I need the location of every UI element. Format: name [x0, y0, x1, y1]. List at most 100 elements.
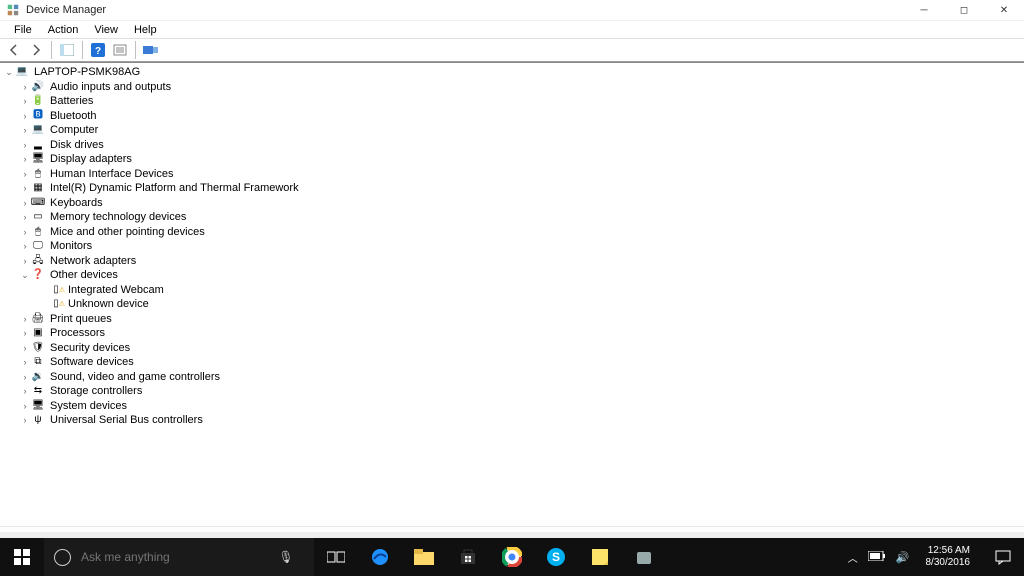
expand-chevron-icon[interactable]: ⌄: [4, 65, 14, 79]
tree-node-label[interactable]: Display adapters: [48, 152, 134, 166]
clock[interactable]: 12:56 AM 8/30/2016: [920, 545, 977, 569]
tree-node[interactable]: ›🖱Human Interface Devices: [2, 167, 1024, 182]
expand-chevron-icon[interactable]: ›: [20, 341, 30, 355]
show-hide-tree-button[interactable]: [57, 40, 77, 60]
expand-chevron-icon[interactable]: ›: [20, 384, 30, 398]
expand-chevron-icon[interactable]: ›: [20, 138, 30, 152]
tree-node-label[interactable]: Universal Serial Bus controllers: [48, 413, 205, 427]
expand-chevron-icon[interactable]: ›: [20, 239, 30, 253]
tree-node[interactable]: ›⧉Software devices: [2, 355, 1024, 370]
tree-node[interactable]: ▯Integrated Webcam: [2, 283, 1024, 298]
scan-hardware-button[interactable]: [141, 40, 161, 60]
tree-node-label[interactable]: Security devices: [48, 341, 132, 355]
expand-chevron-icon[interactable]: ›: [20, 167, 30, 181]
tree-node[interactable]: ›🔊Audio inputs and outputs: [2, 80, 1024, 95]
tree-node-label[interactable]: Integrated Webcam: [66, 283, 166, 297]
sticky-notes-icon[interactable]: [578, 538, 622, 576]
menu-action[interactable]: Action: [40, 22, 87, 38]
edge-icon[interactable]: [358, 538, 402, 576]
mic-icon[interactable]: 🎙: [271, 550, 301, 564]
tree-node-label[interactable]: Network adapters: [48, 254, 138, 268]
tree-node-label[interactable]: Mice and other pointing devices: [48, 225, 207, 239]
expand-chevron-icon[interactable]: ›: [20, 312, 30, 326]
tree-node[interactable]: ⌄💻LAPTOP-PSMK98AG: [2, 65, 1024, 80]
tree-node-label[interactable]: Other devices: [48, 268, 120, 282]
tree-node-label[interactable]: LAPTOP-PSMK98AG: [32, 65, 142, 79]
start-button[interactable]: [0, 538, 44, 576]
close-button[interactable]: ✕: [984, 0, 1024, 20]
tree-node[interactable]: ›🔋Batteries: [2, 94, 1024, 109]
expand-chevron-icon[interactable]: ›: [20, 370, 30, 384]
tree-node[interactable]: ›🖥Display adapters: [2, 152, 1024, 167]
skype-icon[interactable]: S: [534, 538, 578, 576]
tree-node[interactable]: ▯Unknown device: [2, 297, 1024, 312]
file-explorer-icon[interactable]: [402, 538, 446, 576]
tree-node-label[interactable]: Keyboards: [48, 196, 105, 210]
tree-node-label[interactable]: Bluetooth: [48, 109, 98, 123]
tree-node-label[interactable]: Batteries: [48, 94, 95, 108]
tree-node-label[interactable]: Computer: [48, 123, 100, 137]
tree-node-label[interactable]: Sound, video and game controllers: [48, 370, 222, 384]
tree-node[interactable]: ›⇆Storage controllers: [2, 384, 1024, 399]
menu-file[interactable]: File: [6, 22, 40, 38]
forward-button[interactable]: [26, 40, 46, 60]
expand-chevron-icon[interactable]: ›: [20, 413, 30, 427]
store-icon[interactable]: [446, 538, 490, 576]
tree-node[interactable]: ›▦Intel(R) Dynamic Platform and Thermal …: [2, 181, 1024, 196]
expand-chevron-icon[interactable]: ›: [20, 109, 30, 123]
expand-chevron-icon[interactable]: ›: [20, 399, 30, 413]
tree-node[interactable]: ›🖵Monitors: [2, 239, 1024, 254]
expand-chevron-icon[interactable]: ›: [20, 326, 30, 340]
tree-node-label[interactable]: Intel(R) Dynamic Platform and Thermal Fr…: [48, 181, 301, 195]
tree-node[interactable]: ⌄❓Other devices: [2, 268, 1024, 283]
tree-node-label[interactable]: Print queues: [48, 312, 114, 326]
tree-node-label[interactable]: Software devices: [48, 355, 136, 369]
task-view-button[interactable]: [314, 538, 358, 576]
tree-node[interactable]: ›💻Computer: [2, 123, 1024, 138]
tray-chevron-icon[interactable]: ︿: [848, 550, 858, 565]
maximize-button[interactable]: ◻: [944, 0, 984, 20]
expand-chevron-icon[interactable]: ›: [20, 181, 30, 195]
tree-node[interactable]: ›🖧Network adapters: [2, 254, 1024, 269]
device-tree[interactable]: ⌄💻LAPTOP-PSMK98AG›🔊Audio inputs and outp…: [0, 62, 1024, 526]
minimize-button[interactable]: ─: [904, 0, 944, 20]
expand-chevron-icon[interactable]: ›: [20, 80, 30, 94]
tree-node-label[interactable]: Memory technology devices: [48, 210, 188, 224]
properties-button[interactable]: [110, 40, 130, 60]
tree-node[interactable]: ›ψUniversal Serial Bus controllers: [2, 413, 1024, 428]
expand-chevron-icon[interactable]: ›: [20, 196, 30, 210]
expand-chevron-icon[interactable]: ›: [20, 225, 30, 239]
tree-node-label[interactable]: System devices: [48, 399, 129, 413]
tree-node[interactable]: ›🅱Bluetooth: [2, 109, 1024, 124]
tree-node-label[interactable]: Disk drives: [48, 138, 106, 152]
tree-node[interactable]: ›🔉Sound, video and game controllers: [2, 370, 1024, 385]
battery-tray-icon[interactable]: [868, 551, 886, 564]
expand-chevron-icon[interactable]: ⌄: [20, 268, 30, 282]
chrome-icon[interactable]: [490, 538, 534, 576]
help-button[interactable]: ?: [88, 40, 108, 60]
menu-help[interactable]: Help: [126, 22, 165, 38]
expand-chevron-icon[interactable]: ›: [20, 355, 30, 369]
tree-node[interactable]: ›🖨Print queues: [2, 312, 1024, 327]
tree-node[interactable]: ›▭Memory technology devices: [2, 210, 1024, 225]
cortana-search[interactable]: 🎙: [44, 538, 314, 576]
expand-chevron-icon[interactable]: ›: [20, 210, 30, 224]
tree-node-label[interactable]: Monitors: [48, 239, 94, 253]
tree-node[interactable]: ›▣Processors: [2, 326, 1024, 341]
expand-chevron-icon[interactable]: ›: [20, 94, 30, 108]
tree-node[interactable]: ›🖥System devices: [2, 399, 1024, 414]
menu-view[interactable]: View: [86, 22, 126, 38]
expand-chevron-icon[interactable]: ›: [20, 123, 30, 137]
tree-node[interactable]: ›▂Disk drives: [2, 138, 1024, 153]
tree-node[interactable]: ›🖱Mice and other pointing devices: [2, 225, 1024, 240]
tree-node-label[interactable]: Storage controllers: [48, 384, 144, 398]
app-icon-grey[interactable]: [622, 538, 666, 576]
back-button[interactable]: [4, 40, 24, 60]
tree-node-label[interactable]: Audio inputs and outputs: [48, 80, 173, 94]
volume-tray-icon[interactable]: 🔊: [896, 551, 910, 564]
tree-node-label[interactable]: Unknown device: [66, 297, 151, 311]
tree-node[interactable]: ›🛡Security devices: [2, 341, 1024, 356]
expand-chevron-icon[interactable]: ›: [20, 152, 30, 166]
tree-node-label[interactable]: Human Interface Devices: [48, 167, 176, 181]
expand-chevron-icon[interactable]: ›: [20, 254, 30, 268]
